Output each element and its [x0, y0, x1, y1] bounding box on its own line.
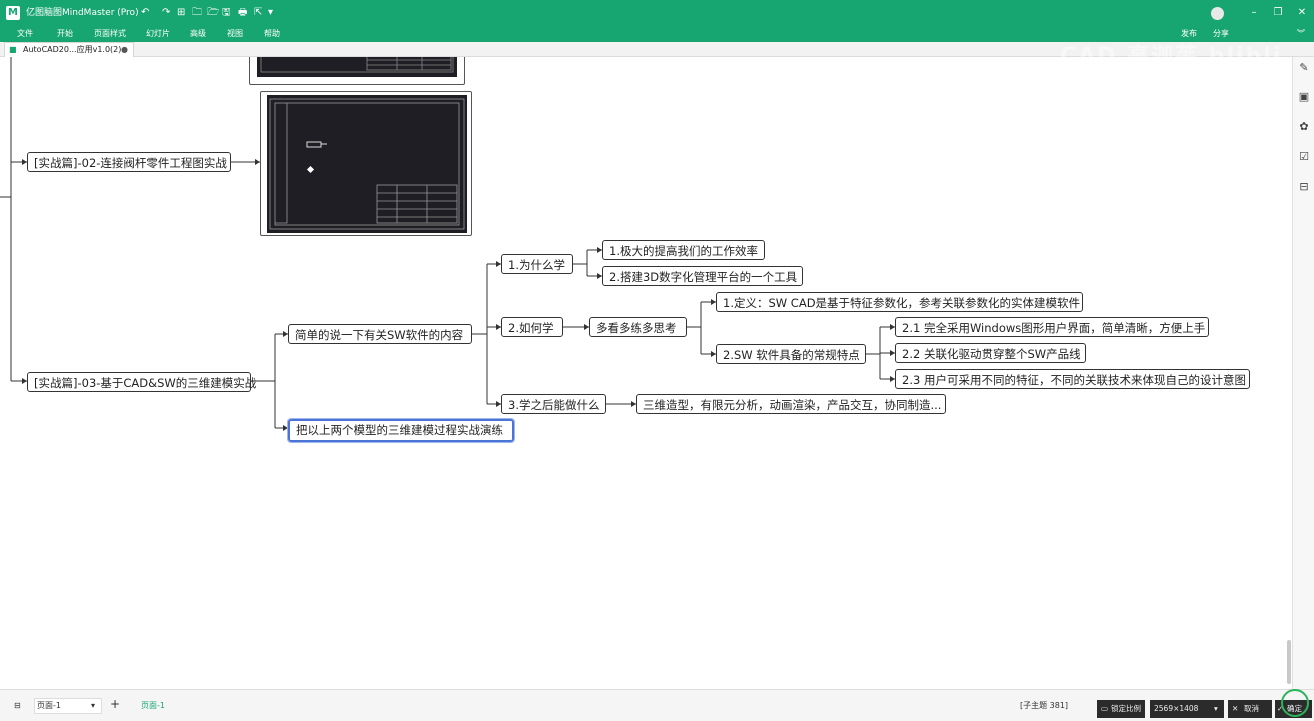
app-title: 亿图脑图MindMaster (Pro): [26, 8, 139, 18]
menu-page-style[interactable]: 页面样式: [94, 28, 126, 40]
menu-advanced[interactable]: 高级: [190, 28, 206, 40]
menu-start[interactable]: 开始: [57, 28, 73, 40]
cancel-label: 取消: [1244, 704, 1259, 713]
tab-close-icon[interactable]: ●: [121, 43, 128, 56]
topic-definition[interactable]: 1.定义：SW CAD是基于特征参数化，参考关联参数化的实体建模软件: [716, 292, 1083, 312]
page-list-icon[interactable]: ⊟: [14, 700, 21, 712]
topic-feature-3[interactable]: 2.3 用户可采用不同的特征，不同的关联技术来体现自己的设计意图: [895, 369, 1250, 389]
cursor-highlight: [1281, 689, 1309, 717]
topic-after-learn[interactable]: 3.学之后能做什么: [501, 394, 606, 414]
save-icon[interactable]: 🖫: [222, 6, 231, 20]
menu-view[interactable]: 视图: [227, 28, 243, 40]
minimize-icon[interactable]: –: [1247, 6, 1261, 20]
image-icon[interactable]: ▣: [1298, 91, 1310, 103]
cancel-button[interactable]: ✕ 取消: [1228, 700, 1272, 718]
topic-branch-03[interactable]: [实战篇]-03-基于CAD&SW的三维建模实战: [27, 372, 256, 392]
print-icon[interactable]: 🖶: [238, 6, 247, 20]
menu-slides[interactable]: 幻灯片: [146, 28, 170, 40]
resolution-select[interactable]: 2569×1408 ▾: [1150, 700, 1224, 718]
add-page-button[interactable]: +: [110, 698, 120, 710]
topic-features[interactable]: 2.SW 软件具备的常规特点: [716, 344, 866, 364]
outline-icon[interactable]: ⊟: [1298, 181, 1310, 193]
topic-why-1[interactable]: 1.极大的提高我们的工作效率: [602, 240, 765, 260]
chevron-down-icon: ▾: [91, 701, 96, 710]
mindmap-file-icon: ■: [9, 45, 17, 54]
drawing-frame: [260, 57, 454, 73]
page-select[interactable]: 页面-1 ▾: [34, 698, 102, 714]
topic-how-method[interactable]: 多看多练多思考: [589, 317, 687, 337]
clipart-icon[interactable]: ✿: [1298, 121, 1310, 133]
cad-drawing-thumbnail: [257, 57, 457, 77]
close-icon[interactable]: ✕: [1295, 6, 1309, 20]
topic-feature-1[interactable]: 2.1 完全采用Windows图形用户界面，简单清晰，方便上手: [895, 317, 1209, 337]
document-tab[interactable]: ■ AutoCAD20...应用v1.0(2) ●: [4, 42, 134, 57]
undo-icon[interactable]: ↶: [141, 6, 149, 20]
vertical-scrollbar[interactable]: [1287, 640, 1291, 684]
task-icon[interactable]: ☑: [1298, 151, 1310, 163]
cancel-x-icon: ✕: [1232, 704, 1239, 713]
drawing-frame: [269, 98, 465, 230]
export-icon[interactable]: ⇱: [254, 6, 262, 20]
style-icon[interactable]: ✎: [1298, 62, 1310, 74]
title-bar: M 亿图脑图MindMaster (Pro) ↶ ↷ ⊞ 🗀 🗁 🖫 🖶 ⇱ ▾…: [0, 0, 1314, 26]
topic-count: [子主题 381]: [1020, 701, 1069, 710]
right-sidebar: ✎ ▣ ✿ ☑ ⊟: [1292, 57, 1314, 689]
app-logo-icon: M: [6, 6, 20, 20]
menu-help[interactable]: 帮助: [264, 28, 280, 40]
topic-feature-2[interactable]: 2.2 关联化驱动贯穿整个SW产品线: [895, 343, 1086, 363]
collapse-ribbon-icon[interactable]: ︾: [1297, 28, 1305, 40]
topic-branch-02[interactable]: [实战篇]-02-连接阀杆零件工程图实战: [27, 152, 231, 172]
topic-sw-intro[interactable]: 简单的说一下有关SW软件的内容: [288, 324, 472, 344]
topic-how-learn[interactable]: 2.如何学: [501, 317, 563, 337]
folder-icon[interactable]: 🗁: [207, 6, 219, 20]
menu-file[interactable]: 文件: [17, 28, 33, 40]
mindmap-canvas[interactable]: [实战篇]-02-连接阀杆零件工程图实战 [实战篇]-03-基于CAD&SW的三…: [0, 57, 1292, 689]
cad-drawing-image-1[interactable]: [249, 57, 465, 85]
topic-why-learn[interactable]: 1.为什么学: [501, 254, 573, 274]
user-avatar[interactable]: [1211, 7, 1224, 20]
lock-ratio-checkbox: ▭: [1101, 704, 1109, 713]
page-select-value: 页面-1: [37, 701, 61, 710]
page-tab[interactable]: 页面-1: [141, 700, 165, 712]
restore-icon[interactable]: ❐: [1271, 6, 1285, 20]
customize-icon[interactable]: ▾: [268, 6, 273, 20]
cad-drawing-thumbnail: [267, 95, 467, 233]
topic-practice-selected[interactable]: 把以上两个模型的三维建模过程实战演练: [287, 418, 515, 443]
redo-icon[interactable]: ↷: [162, 6, 170, 20]
lock-ratio-toggle[interactable]: ▭ 锁定比例: [1097, 700, 1145, 718]
lock-ratio-label: 锁定比例: [1111, 704, 1141, 713]
chevron-down-icon: ▾: [1214, 704, 1218, 713]
document-tab-label: AutoCAD20...应用v1.0(2): [23, 45, 122, 54]
topic-after-1[interactable]: 三维造型，有限元分析，动画渲染，产品交互，协同制造...: [636, 394, 946, 414]
open-icon[interactable]: 🗀: [192, 6, 202, 20]
resolution-value: 2569×1408: [1154, 704, 1199, 713]
cad-drawing-image-2[interactable]: [260, 91, 472, 236]
topic-why-2[interactable]: 2.搭建3D数字化管理平台的一个工具: [602, 266, 803, 286]
new-icon[interactable]: ⊞: [177, 6, 185, 20]
